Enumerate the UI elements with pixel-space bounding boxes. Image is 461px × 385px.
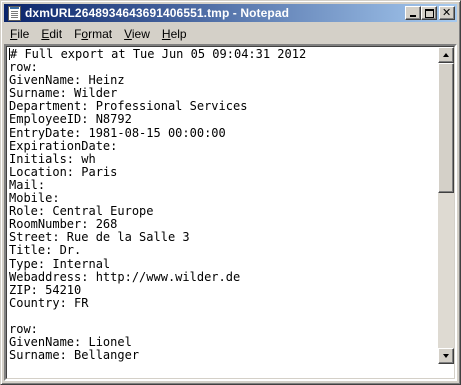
text-line: Country: FR	[9, 295, 89, 310]
text-line: Location: Paris	[9, 164, 118, 179]
menu-help[interactable]: Help	[156, 27, 193, 41]
menu-view[interactable]: View	[118, 27, 156, 41]
menu-format[interactable]: Format	[68, 27, 118, 41]
notepad-icon[interactable]	[6, 5, 22, 21]
close-icon: ✕	[442, 6, 452, 19]
title-bar[interactable]: dxmURL2648934643691406551.tmp - Notepad …	[4, 4, 457, 22]
menu-file[interactable]: File	[4, 27, 35, 41]
close-button[interactable]: ✕	[439, 6, 455, 20]
editor-frame: # Full export at Tue Jun 05 09:04:31 201…	[4, 44, 457, 381]
vertical-scrollbar[interactable]	[438, 47, 454, 364]
window-title: dxmURL2648934643691406551.tmp - Notepad	[25, 6, 290, 20]
scroll-down-button[interactable]	[438, 348, 454, 364]
text-line: # Full export at Tue Jun 05 09:04:31 201…	[9, 48, 307, 61]
scroll-thumb[interactable]	[438, 63, 454, 193]
text-line: Surname: Bellanger	[9, 348, 140, 363]
text-editor[interactable]: # Full export at Tue Jun 05 09:04:31 201…	[9, 48, 438, 364]
window-controls: ✕	[405, 6, 455, 20]
menu-bar: File Edit Format View Help	[4, 24, 457, 43]
text-line	[9, 310, 438, 323]
minimize-button[interactable]	[405, 6, 421, 20]
notepad-window: dxmURL2648934643691406551.tmp - Notepad …	[0, 0, 461, 385]
arrow-down-icon	[443, 354, 449, 358]
minimize-icon	[410, 15, 416, 17]
arrow-up-icon	[443, 53, 449, 57]
menu-edit[interactable]: Edit	[35, 27, 68, 41]
scroll-up-button[interactable]	[438, 47, 454, 63]
text-line: Mail:	[9, 177, 46, 192]
maximize-icon	[425, 9, 434, 18]
maximize-button[interactable]	[421, 6, 437, 20]
